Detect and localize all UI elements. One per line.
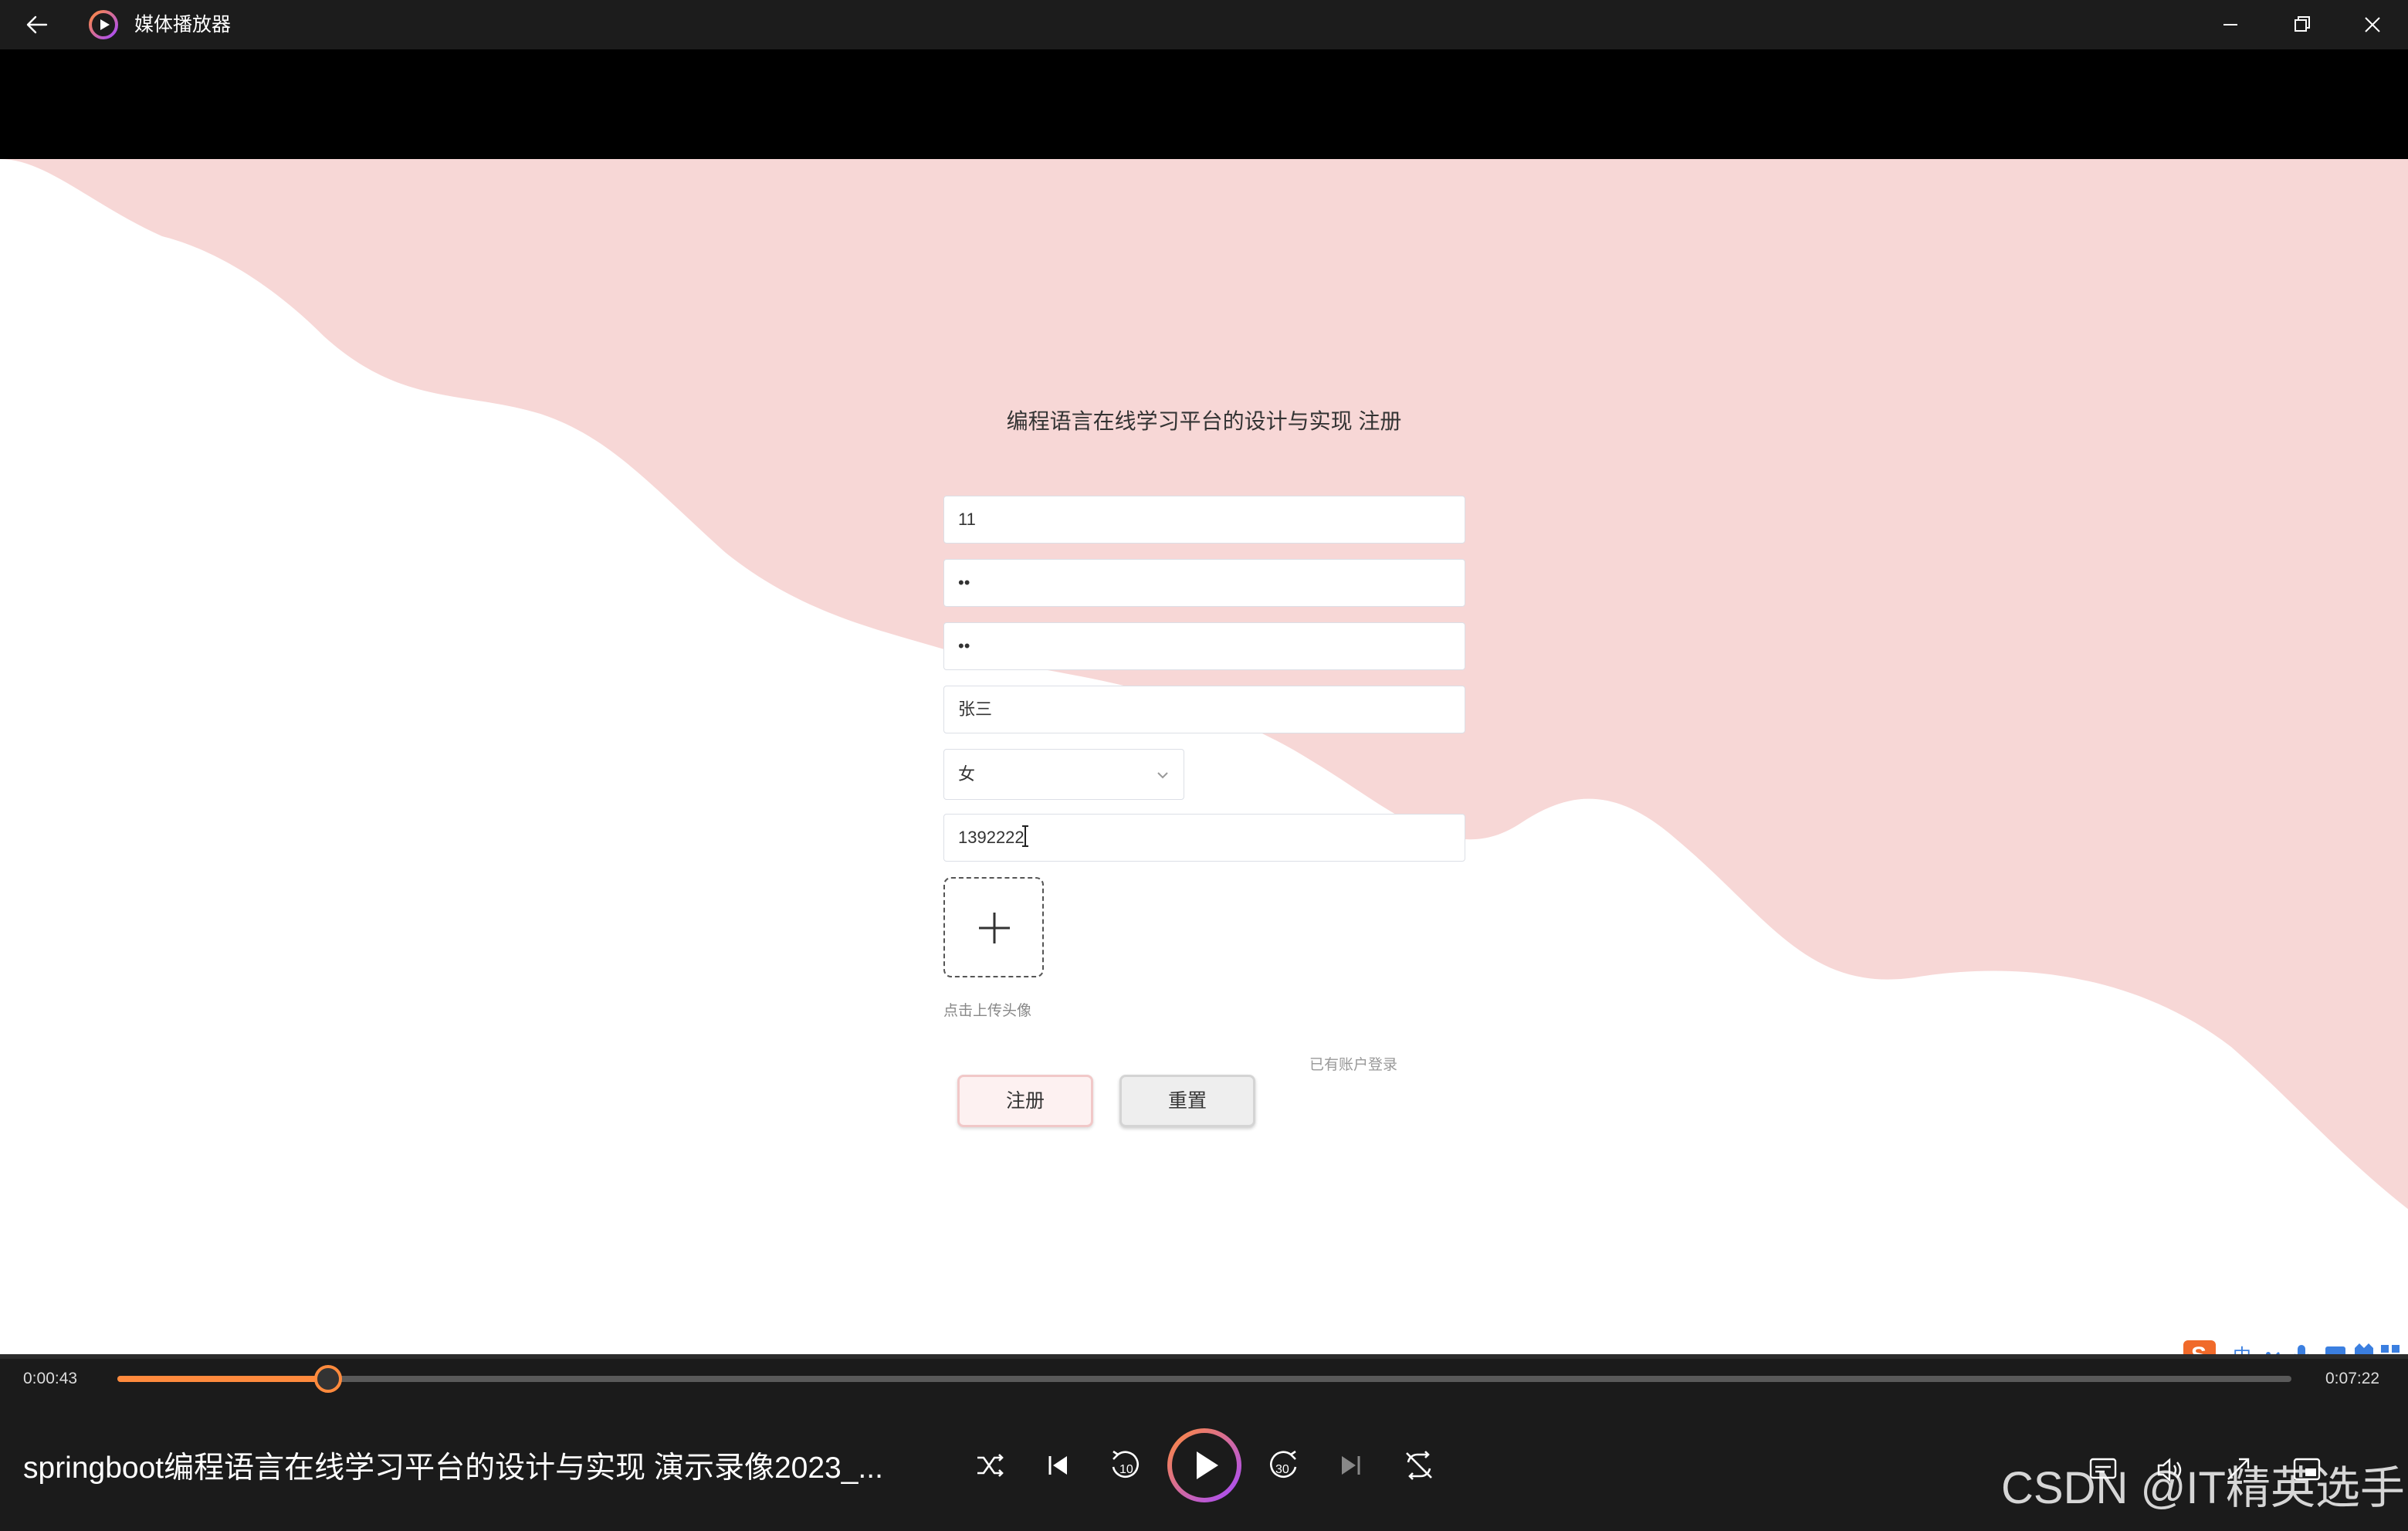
current-time: 0:00:43	[23, 1370, 78, 1387]
wave-background	[0, 159, 2408, 1209]
svg-text:中: 中	[2233, 1345, 2251, 1354]
next-icon[interactable]	[1329, 1444, 1373, 1487]
close-icon[interactable]	[2344, 6, 2401, 43]
media-player-logo-icon	[89, 10, 118, 39]
total-time: 0:07:22	[2325, 1370, 2380, 1387]
svg-text:S: S	[2191, 1343, 2206, 1354]
register-button[interactable]: 注册	[957, 1075, 1093, 1127]
now-playing-title: springboot编程语言在线学习平台的设计与实现 演示录像2023_...	[23, 1451, 883, 1485]
password-input[interactable]: ••	[943, 559, 1465, 607]
ime-toolbar[interactable]: S 中	[2182, 1337, 2406, 1354]
wave-shape	[0, 159, 2408, 1209]
reset-button[interactable]: 重置	[1119, 1075, 1255, 1127]
title-bar: 媒体播放器	[0, 0, 2408, 49]
avatar-upload[interactable]	[943, 877, 1044, 977]
seek-thumb[interactable]	[314, 1365, 343, 1393]
forward-30-icon[interactable]: 30	[1262, 1444, 1305, 1487]
rewind-10-icon[interactable]: 10	[1104, 1444, 1147, 1487]
shuffle-icon[interactable]	[968, 1444, 1011, 1487]
minimize-icon[interactable]	[2202, 6, 2259, 43]
gender-value: 女	[958, 764, 976, 784]
video-frame[interactable]: 编程语言在线学习平台的设计与实现 注册 11 •• •• 张三 女 139222…	[0, 159, 2408, 1354]
repeat-off-icon[interactable]	[1397, 1444, 1441, 1487]
letterbox	[0, 49, 2408, 159]
restore-icon[interactable]	[2273, 6, 2330, 43]
play-button[interactable]	[1166, 1427, 1243, 1504]
mic-icon	[2298, 1345, 2305, 1354]
back-arrow-icon[interactable]	[20, 9, 54, 40]
seek-bar[interactable]	[117, 1376, 2291, 1382]
keyboard-icon	[2325, 1346, 2345, 1354]
text-cursor-icon	[1022, 825, 1028, 847]
svg-text:10: 10	[1119, 1463, 1133, 1476]
csdn-watermark: CSDN @IT精英选手	[2001, 1463, 2405, 1513]
login-link[interactable]: 已有账户登录	[1309, 1053, 1397, 1074]
chevron-down-icon	[1157, 772, 1168, 779]
gender-select[interactable]: 女	[943, 749, 1184, 800]
page-title: 编程语言在线学习平台的设计与实现 注册	[1006, 409, 1402, 433]
upload-hint: 点击上传头像	[943, 1003, 1032, 1019]
plus-icon	[979, 913, 1010, 943]
svg-text:30: 30	[1275, 1463, 1289, 1476]
controls-divider	[0, 1354, 2408, 1359]
previous-icon[interactable]	[1036, 1444, 1079, 1487]
skin-icon	[2355, 1343, 2373, 1354]
account-input[interactable]: 11	[943, 496, 1465, 544]
app-title: 媒体播放器	[134, 14, 232, 36]
name-input[interactable]: 张三	[943, 686, 1465, 733]
seek-progress	[117, 1376, 329, 1382]
confirm-password-input[interactable]: ••	[943, 622, 1465, 670]
